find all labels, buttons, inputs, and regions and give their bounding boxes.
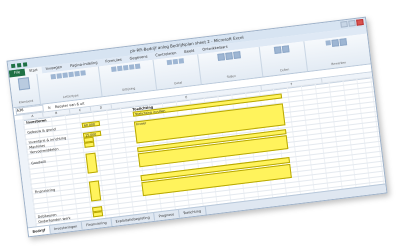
delete-cells-icon[interactable] (282, 45, 290, 53)
sort-filter-icon[interactable] (331, 39, 340, 47)
paste-icon[interactable] (17, 77, 31, 91)
group-number: Getal (153, 54, 202, 90)
percent-icon[interactable] (172, 58, 179, 65)
fill-color-icon[interactable] (74, 70, 80, 77)
minimize-button[interactable] (340, 20, 348, 28)
comma-icon[interactable] (178, 58, 185, 64)
underline-icon[interactable] (62, 72, 68, 78)
align-center-icon[interactable] (117, 65, 123, 72)
maximize-button[interactable] (348, 19, 356, 27)
fx-icon[interactable]: fx (47, 105, 51, 109)
group-cells: Cellen (259, 41, 308, 77)
conditional-format-icon[interactable] (217, 53, 225, 61)
sheet-tab[interactable]: Financiering (81, 218, 113, 230)
sheet-tab[interactable]: Toelichting (178, 206, 207, 218)
close-button[interactable] (356, 18, 364, 26)
align-left-icon[interactable] (111, 66, 117, 72)
cell-styles-icon[interactable] (232, 51, 241, 60)
find-select-icon[interactable] (339, 38, 348, 46)
border-icon[interactable] (68, 71, 74, 78)
autosum-icon[interactable] (325, 40, 331, 46)
format-table-icon[interactable] (224, 52, 233, 60)
group-clipboard: Klembord (9, 74, 41, 108)
insert-cells-icon[interactable] (274, 46, 283, 54)
sheet-tab[interactable]: Bedrijf (28, 225, 51, 237)
italic-icon[interactable] (56, 73, 63, 79)
wrap-text-icon[interactable] (129, 64, 135, 70)
currency-icon[interactable] (166, 59, 173, 66)
bold-icon[interactable] (50, 73, 57, 80)
excel-window: ph-RFi-Bedrijf anlog Bedrijfsplan sheet … (6, 16, 388, 238)
sheet-tab[interactable]: Prognose (154, 209, 180, 221)
font-color-icon[interactable] (80, 70, 86, 76)
merge-icon[interactable] (135, 63, 141, 70)
sheet-tab[interactable]: Investeringen (49, 221, 83, 234)
align-right-icon[interactable] (123, 64, 129, 71)
